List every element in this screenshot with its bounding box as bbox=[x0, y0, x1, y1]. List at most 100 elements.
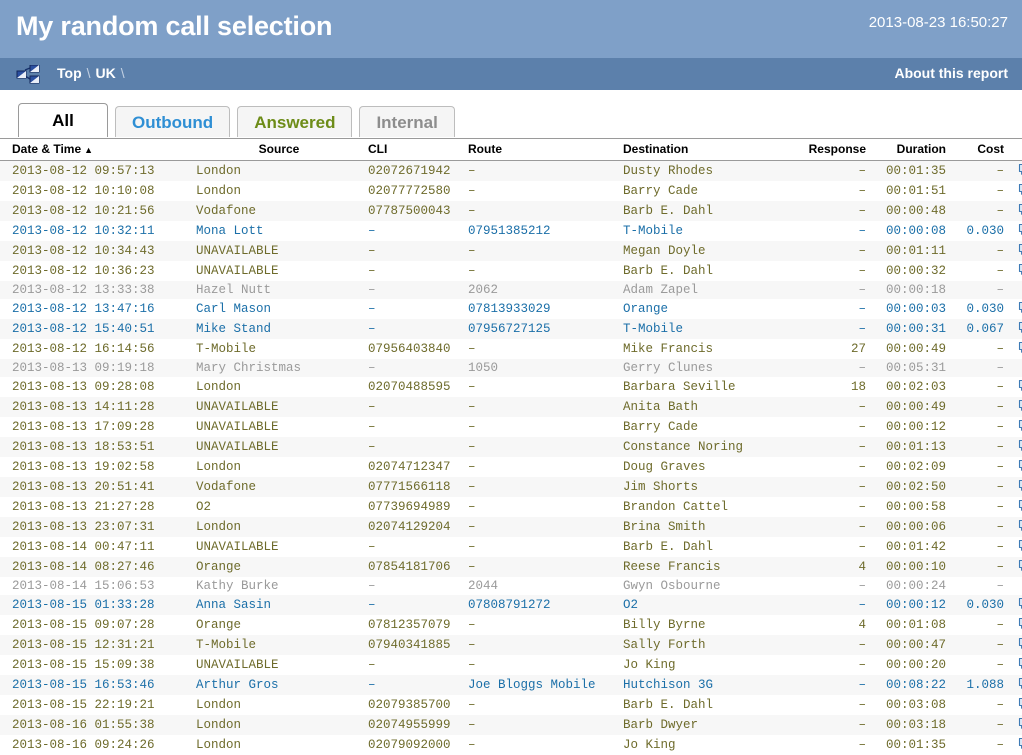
table-row[interactable]: 2013-08-12 10:34:43UNAVAILABLE––Megan Do… bbox=[0, 241, 1022, 261]
table-row[interactable]: 2013-08-13 19:02:58London02074712347–Dou… bbox=[0, 457, 1022, 477]
comment-bubble-icon[interactable] bbox=[1018, 697, 1022, 711]
comment-bubble-icon[interactable] bbox=[1018, 439, 1022, 453]
cell-route: – bbox=[468, 241, 623, 261]
comment-bubble-icon[interactable] bbox=[1018, 479, 1022, 493]
table-row[interactable]: 2013-08-13 20:51:41Vodafone07771566118–J… bbox=[0, 477, 1022, 497]
table-row[interactable]: 2013-08-13 23:07:31London02074129204–Bri… bbox=[0, 517, 1022, 537]
column-header-response[interactable]: Response bbox=[788, 139, 874, 161]
cell-duration: 00:02:09 bbox=[874, 457, 952, 477]
cell-duration: 00:00:49 bbox=[874, 397, 952, 417]
cell-cli: – bbox=[368, 595, 468, 615]
cell-route: – bbox=[468, 477, 623, 497]
tab-answered[interactable]: Answered bbox=[237, 106, 352, 137]
cell-destination: Barry Cade bbox=[623, 181, 788, 201]
table-row[interactable]: 2013-08-13 17:09:28UNAVAILABLE––Barry Ca… bbox=[0, 417, 1022, 437]
comment-bubble-icon[interactable] bbox=[1018, 499, 1022, 513]
comment-bubble-icon[interactable] bbox=[1018, 459, 1022, 473]
column-header-destination[interactable]: Destination bbox=[623, 139, 788, 161]
comment-bubble-icon[interactable] bbox=[1018, 183, 1022, 197]
table-row[interactable]: 2013-08-15 16:53:46Arthur Gros–Joe Blogg… bbox=[0, 675, 1022, 695]
table-row[interactable]: 2013-08-13 09:28:08London02070488595–Bar… bbox=[0, 377, 1022, 397]
table-row[interactable]: 2013-08-13 09:19:18Mary Christmas–1050Ge… bbox=[0, 359, 1022, 377]
column-header-source[interactable]: Source bbox=[190, 139, 368, 161]
comment-bubble-icon[interactable] bbox=[1018, 163, 1022, 177]
cell-destination: T-Mobile bbox=[623, 221, 788, 241]
comment-bubble-icon[interactable] bbox=[1018, 539, 1022, 553]
table-row[interactable]: 2013-08-15 01:33:28Anna Sasin–0780879127… bbox=[0, 595, 1022, 615]
comment-bubble-icon[interactable] bbox=[1018, 243, 1022, 257]
table-row[interactable]: 2013-08-12 10:36:23UNAVAILABLE––Barb E. … bbox=[0, 261, 1022, 281]
cell-route: – bbox=[468, 735, 623, 755]
table-row[interactable]: 2013-08-12 16:14:56T-Mobile07956403840–M… bbox=[0, 339, 1022, 359]
comment-bubble-icon[interactable] bbox=[1018, 321, 1022, 335]
table-row[interactable]: 2013-08-12 10:21:56Vodafone07787500043–B… bbox=[0, 201, 1022, 221]
column-header-cli[interactable]: CLI bbox=[368, 139, 468, 161]
table-row[interactable]: 2013-08-15 22:19:21London02079385700–Bar… bbox=[0, 695, 1022, 715]
comment-bubble-icon[interactable] bbox=[1018, 717, 1022, 731]
column-header-cost[interactable]: Cost bbox=[952, 139, 1010, 161]
table-row[interactable]: 2013-08-16 09:24:26London02079092000–Jo … bbox=[0, 735, 1022, 755]
comment-bubble-icon[interactable] bbox=[1018, 301, 1022, 315]
cell-cost: 0.030 bbox=[952, 299, 1010, 319]
comment-bubble-icon[interactable] bbox=[1018, 419, 1022, 433]
cell-destination: Barb E. Dahl bbox=[623, 695, 788, 715]
cell-cli: 02072671942 bbox=[368, 161, 468, 182]
cell-destination: Barbara Seville bbox=[623, 377, 788, 397]
breadcrumb-item-top[interactable]: Top bbox=[57, 65, 82, 81]
cell-destination: Brandon Cattel bbox=[623, 497, 788, 517]
tab-internal[interactable]: Internal bbox=[359, 106, 454, 137]
column-header-duration[interactable]: Duration bbox=[874, 139, 952, 161]
table-row[interactable]: 2013-08-13 14:11:28UNAVAILABLE––Anita Ba… bbox=[0, 397, 1022, 417]
cell-source: UNAVAILABLE bbox=[190, 397, 368, 417]
comment-bubble-icon[interactable] bbox=[1018, 657, 1022, 671]
table-row[interactable]: 2013-08-12 10:10:08London02077772580–Bar… bbox=[0, 181, 1022, 201]
comment-bubble-icon[interactable] bbox=[1018, 597, 1022, 611]
comment-bubble-icon[interactable] bbox=[1018, 637, 1022, 651]
comment-bubble-icon[interactable] bbox=[1018, 263, 1022, 277]
table-row[interactable]: 2013-08-12 13:33:38Hazel Nutt–2062Adam Z… bbox=[0, 281, 1022, 299]
comment-bubble-icon[interactable] bbox=[1018, 203, 1022, 217]
comment-bubble-icon[interactable] bbox=[1018, 617, 1022, 631]
table-row[interactable]: 2013-08-14 15:06:53Kathy Burke–2044Gwyn … bbox=[0, 577, 1022, 595]
cell-source: Anna Sasin bbox=[190, 595, 368, 615]
cell-cli: – bbox=[368, 221, 468, 241]
cell-cost: – bbox=[952, 397, 1010, 417]
table-row[interactable]: 2013-08-15 09:07:28Orange07812357079–Bil… bbox=[0, 615, 1022, 635]
cell-cli: – bbox=[368, 675, 468, 695]
tab-outbound[interactable]: Outbound bbox=[115, 106, 230, 137]
table-row[interactable]: 2013-08-12 10:32:11Mona Lott–07951385212… bbox=[0, 221, 1022, 241]
comment-bubble-icon[interactable] bbox=[1018, 223, 1022, 237]
tab-all[interactable]: All bbox=[18, 103, 108, 137]
table-row[interactable]: 2013-08-13 18:53:51UNAVAILABLE––Constanc… bbox=[0, 437, 1022, 457]
comment-bubble-icon[interactable] bbox=[1018, 519, 1022, 533]
table-row[interactable]: 2013-08-16 01:55:38London02074955999–Bar… bbox=[0, 715, 1022, 735]
comment-bubble-icon[interactable] bbox=[1018, 559, 1022, 573]
column-header-datetime[interactable]: Date & Time▲ bbox=[0, 139, 190, 161]
table-row[interactable]: 2013-08-14 00:47:11UNAVAILABLE––Barb E. … bbox=[0, 537, 1022, 557]
table-row[interactable]: 2013-08-13 21:27:28O207739694989–Brandon… bbox=[0, 497, 1022, 517]
cell-destination: Gwyn Osbourne bbox=[623, 577, 788, 595]
breadcrumb-item-uk[interactable]: UK bbox=[96, 65, 116, 81]
comment-bubble-icon[interactable] bbox=[1018, 677, 1022, 691]
comment-bubble-icon[interactable] bbox=[1018, 737, 1022, 751]
table-row[interactable]: 2013-08-12 09:57:13London02072671942–Dus… bbox=[0, 161, 1022, 182]
column-header-route[interactable]: Route bbox=[468, 139, 623, 161]
comment-bubble-icon[interactable] bbox=[1018, 341, 1022, 355]
cell-duration: 00:08:22 bbox=[874, 675, 952, 695]
table-row[interactable]: 2013-08-14 08:27:46Orange07854181706–Ree… bbox=[0, 557, 1022, 577]
cell-route: – bbox=[468, 437, 623, 457]
cell-note bbox=[1010, 397, 1022, 417]
table-row[interactable]: 2013-08-12 13:47:16Carl Mason–0781393302… bbox=[0, 299, 1022, 319]
cell-route: Joe Bloggs Mobile bbox=[468, 675, 623, 695]
comment-bubble-icon[interactable] bbox=[1018, 379, 1022, 393]
about-this-report-link[interactable]: About this report bbox=[894, 65, 1008, 81]
table-row[interactable]: 2013-08-12 15:40:51Mike Stand–0795672712… bbox=[0, 319, 1022, 339]
table-row[interactable]: 2013-08-15 15:09:38UNAVAILABLE––Jo King–… bbox=[0, 655, 1022, 675]
cell-datetime: 2013-08-15 09:07:28 bbox=[0, 615, 190, 635]
cell-note bbox=[1010, 201, 1022, 221]
cell-destination: Barb E. Dahl bbox=[623, 261, 788, 281]
comment-bubble-icon[interactable] bbox=[1018, 399, 1022, 413]
cell-duration: 00:02:50 bbox=[874, 477, 952, 497]
cell-datetime: 2013-08-12 10:32:11 bbox=[0, 221, 190, 241]
table-row[interactable]: 2013-08-15 12:31:21T-Mobile07940341885–S… bbox=[0, 635, 1022, 655]
